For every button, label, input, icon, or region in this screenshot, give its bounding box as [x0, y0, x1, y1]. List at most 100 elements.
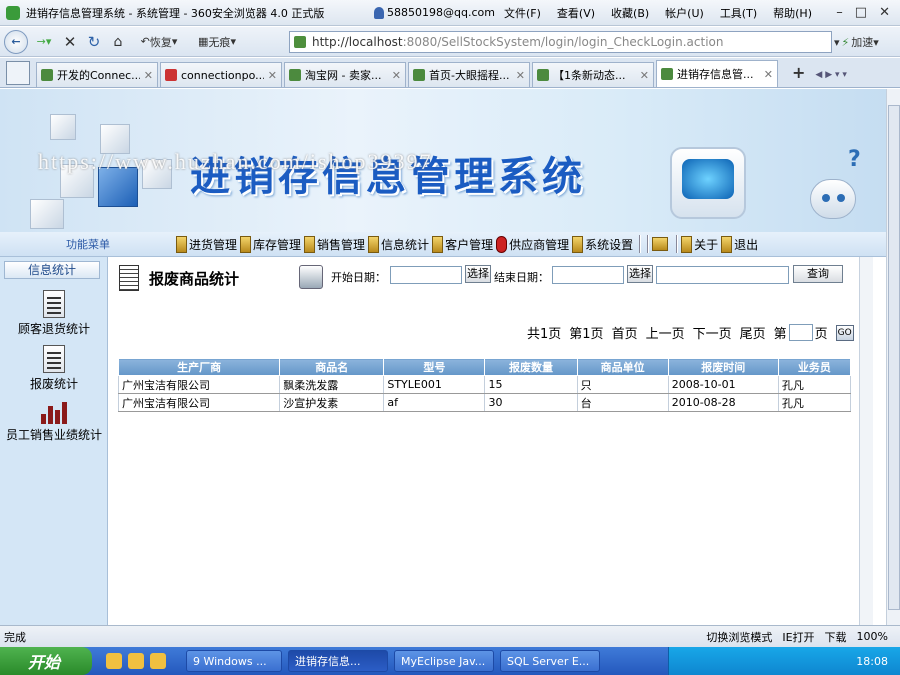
nav-label: 库存管理 — [253, 237, 302, 252]
nav-suppliers[interactable]: 供应商管理 — [496, 235, 569, 253]
nav-statistics[interactable]: 信息统计 — [368, 235, 429, 253]
menu-tools[interactable]: 工具(T) — [712, 5, 765, 21]
forward-icon[interactable]: →▾ — [32, 31, 56, 53]
account-link[interactable]: 58850198@qq.com — [374, 6, 496, 19]
query-button[interactable]: 查询 — [793, 265, 843, 283]
taskbar-item-active[interactable]: 进销存信息... — [288, 650, 388, 672]
nav-inventory[interactable]: 库存管理 — [240, 235, 302, 253]
account-email[interactable]: 58850198@qq.com — [387, 6, 495, 19]
menu-view[interactable]: 查看(V) — [549, 5, 603, 21]
browser-tab[interactable]: 【1条新动态... ✕ — [532, 62, 654, 87]
minimize-icon[interactable]: – — [836, 5, 843, 20]
refresh-icon[interactable]: ↻ — [84, 31, 104, 53]
tab-label: connectionpo... — [181, 68, 264, 82]
column-header: 商品单位 — [576, 358, 669, 376]
folder-icon[interactable] — [128, 653, 144, 669]
pager-prev-link[interactable]: 上一页 — [646, 323, 685, 342]
extra-input[interactable] — [656, 266, 789, 284]
accelerate-label: 加速 — [851, 36, 874, 49]
printer-icon[interactable] — [299, 265, 323, 289]
nav-sales[interactable]: 销售管理 — [304, 235, 366, 253]
table-cell: 沙宣护发素 — [279, 393, 385, 412]
browser-tab[interactable]: 开发的Connec... ✕ — [36, 62, 158, 87]
left-sidebar: 信息统计 顾客退货统计 报废统计 员工销售业绩统计 — [0, 257, 108, 625]
tab-close-icon[interactable]: ✕ — [388, 69, 401, 82]
address-bar[interactable]: http://localhost:8080/SellStockSystem/lo… — [289, 31, 832, 53]
pager-page-input[interactable] — [788, 324, 813, 341]
end-date-label: 结束日期： — [494, 271, 549, 284]
browser-tab[interactable]: connectionpo... ✕ — [160, 62, 282, 87]
nav-label: 进货管理 — [189, 237, 238, 252]
home-shortcut-icon[interactable] — [652, 237, 670, 251]
separator — [639, 235, 642, 253]
browser-icon[interactable] — [150, 653, 166, 669]
sidebar-item-sales-performance[interactable]: 员工销售业绩统计 — [0, 400, 108, 443]
end-date-select-button[interactable]: 选择 — [627, 265, 653, 283]
nav-label: 销售管理 — [317, 237, 366, 252]
start-button[interactable]: 开始 — [0, 647, 92, 675]
ie-icon[interactable] — [106, 653, 122, 669]
clock: 18:08 — [856, 654, 888, 668]
nav-settings[interactable]: 系统设置 — [572, 235, 633, 253]
nav-about[interactable]: 关于 — [681, 235, 718, 253]
nav-logout[interactable]: 退出 — [721, 235, 758, 253]
browser-titlebar: 进销存信息管理系统 - 系统管理 - 360安全浏览器 4.0 正式版 5885… — [0, 0, 900, 26]
tab-label: 首页-大眼摇程... — [429, 69, 510, 82]
stop-icon[interactable]: ✕ — [60, 31, 80, 53]
pager-first-link[interactable]: 首页 — [612, 323, 638, 342]
pager-go-button[interactable]: GO — [835, 324, 854, 341]
maximize-icon[interactable]: □ — [855, 5, 867, 20]
separator — [676, 235, 679, 253]
taskbar-item[interactable]: MyEclipse Jav... — [394, 650, 494, 672]
address-host: http://localhost — [312, 35, 403, 49]
noshadow-button[interactable]: ▦ 无痕 ▾ — [190, 31, 244, 53]
page-scrollbar[interactable] — [886, 89, 900, 625]
browser-tab[interactable]: 淘宝网 - 卖家... ✕ — [284, 62, 406, 87]
accelerate-button[interactable]: ▾ ⚡ 加速 ▾ — [834, 32, 896, 52]
column-header: 报废数量 — [484, 358, 578, 376]
table-cell: 2008-10-01 — [667, 375, 779, 394]
pager-goto-suffix: 页 — [814, 327, 828, 342]
menu-file[interactable]: 文件(F) — [496, 5, 549, 21]
back-icon[interactable]: ← — [4, 29, 28, 54]
taskbar-item[interactable]: SQL Server E... — [500, 650, 600, 672]
zoom-level[interactable]: 100% — [857, 630, 888, 643]
content-scrollbar[interactable] — [859, 257, 873, 625]
menu-account[interactable]: 帐户(U) — [657, 5, 712, 21]
pager-current: 第1页 — [569, 327, 604, 342]
close-icon[interactable]: ✕ — [879, 5, 890, 20]
nav-purchase[interactable]: 进货管理 — [176, 235, 238, 253]
tab-close-icon[interactable]: ✕ — [264, 69, 277, 82]
sidebar-item-scrap-stats[interactable]: 报废统计 — [0, 345, 108, 392]
browser-tab-active[interactable]: 进销存信息管... ✕ — [656, 60, 778, 87]
scrap-table: 生产厂商 商品名 型号 报废数量 商品单位 报废时间 业务员 广州宝洁有限公司 … — [117, 358, 852, 412]
scrollbar-thumb[interactable] — [888, 105, 900, 610]
cube-decoration — [30, 199, 64, 229]
nav-customers[interactable]: 客户管理 — [432, 235, 493, 253]
start-date-input[interactable] — [390, 266, 462, 284]
home-icon[interactable]: ⌂ — [108, 31, 128, 53]
sidebar-toggle-icon[interactable] — [6, 61, 30, 85]
end-date-input[interactable] — [552, 266, 624, 284]
ie-open-button[interactable]: IE打开 — [782, 629, 814, 645]
menu-favorites[interactable]: 收藏(B) — [603, 5, 657, 21]
download-button[interactable]: 下载 — [825, 629, 847, 645]
pager-next-link[interactable]: 下一页 — [693, 323, 732, 342]
tab-close-icon[interactable]: ✕ — [140, 69, 153, 82]
pager-last-link[interactable]: 尾页 — [740, 323, 766, 342]
menu-help[interactable]: 帮助(H) — [765, 5, 820, 21]
sidebar-item-return-stats[interactable]: 顾客退货统计 — [0, 290, 108, 337]
new-tab-icon[interactable]: + — [792, 63, 805, 82]
switch-mode-button[interactable]: 切换浏览模式 — [706, 629, 772, 645]
tab-close-icon[interactable]: ✕ — [760, 68, 773, 81]
tab-close-icon[interactable]: ✕ — [636, 69, 649, 82]
tab-scroll-icon[interactable]: ◀ ▶ ▾ ▾ — [815, 70, 846, 80]
restore-button[interactable]: ↶ 恢复 ▾ — [132, 31, 186, 53]
start-date-select-button[interactable]: 选择 — [465, 265, 491, 283]
page-title-text: 报废商品统计 — [149, 269, 240, 288]
system-banner: 进销存信息管理系统 https://www.huzhan.com/ishop39… — [0, 89, 886, 232]
sidebar-header[interactable]: 信息统计 — [4, 261, 100, 279]
browser-tab[interactable]: 首页-大眼摇程... ✕ — [408, 62, 530, 87]
taskbar-item[interactable]: 9 Windows ... — [186, 650, 282, 672]
tab-close-icon[interactable]: ✕ — [512, 69, 525, 82]
